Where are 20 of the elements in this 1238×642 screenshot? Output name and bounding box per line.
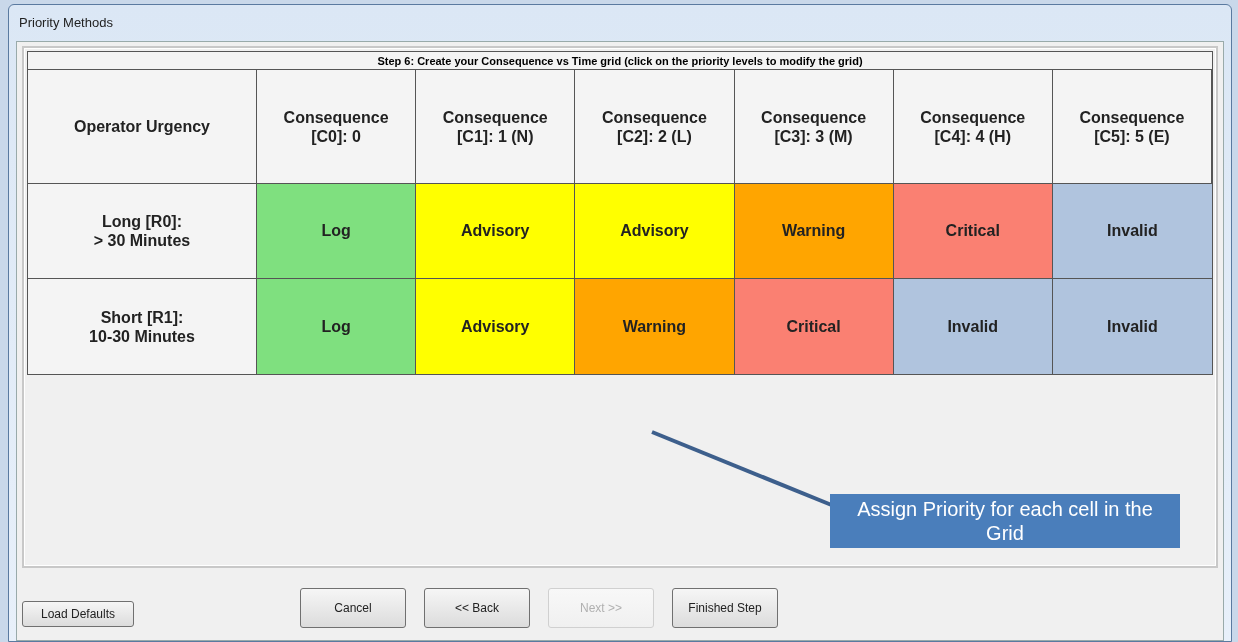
priority-cell[interactable]: Warning [575,279,735,374]
priority-cell[interactable]: Advisory [416,279,576,374]
priority-cell[interactable]: Invalid [893,279,1053,374]
priority-cell[interactable]: Warning [734,184,894,279]
grid-corner-cell: Operator Urgency [28,70,257,184]
wizard-button[interactable]: << Back [424,588,530,628]
priority-cell[interactable]: Log [257,184,417,279]
window-title: Priority Methods [18,14,113,33]
priority-cell[interactable]: Advisory [416,184,576,279]
priority-cell[interactable]: Advisory [575,184,735,279]
priority-cell[interactable]: Invalid [1052,184,1212,279]
wizard-button[interactable]: Load Defaults [22,601,134,627]
wizard-button[interactable]: Cancel [300,588,406,628]
wizard-button[interactable]: Finished Step [672,588,778,628]
priority-cell[interactable]: Log [257,279,417,374]
callout-box: Assign Priority for each cell in the Grid [830,494,1180,548]
priority-cell[interactable]: Invalid [1052,279,1212,374]
grid-caption: Step 6: Create your Consequence vs Time grid (click on the priority levels to modify the grid) [28,52,1212,70]
priority-cell[interactable]: Critical [734,279,894,374]
priority-cell[interactable]: Critical [893,184,1053,279]
